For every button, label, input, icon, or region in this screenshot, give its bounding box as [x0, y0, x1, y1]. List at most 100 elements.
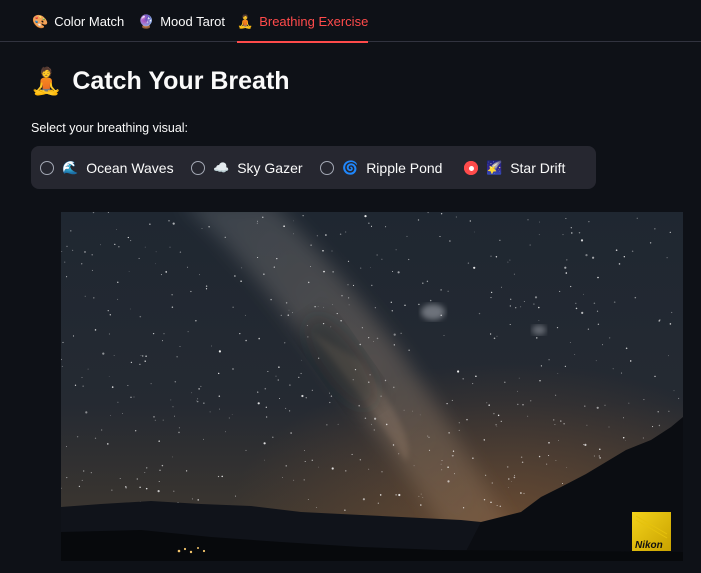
star	[62, 341, 64, 343]
tab-color-match[interactable]: 🎨 Color Match	[32, 0, 124, 42]
star	[413, 465, 415, 467]
radio-option-ripple-pond[interactable]: 🌀 Ripple Pond	[320, 146, 442, 189]
star	[285, 465, 287, 467]
star	[458, 422, 460, 424]
star	[345, 470, 347, 472]
star	[657, 411, 659, 413]
star	[643, 399, 645, 401]
visual-selector-label: Select your breathing visual:	[31, 121, 189, 135]
star	[500, 420, 502, 423]
star	[362, 498, 365, 501]
star	[426, 280, 429, 283]
star	[332, 271, 334, 273]
star	[418, 495, 420, 497]
radio-option-sky-gazer[interactable]: ☁️ Sky Gazer	[191, 146, 303, 189]
star	[145, 467, 148, 469]
star	[649, 242, 652, 244]
star	[520, 306, 522, 308]
star	[510, 298, 512, 300]
star	[472, 457, 474, 459]
star	[570, 285, 572, 288]
star	[94, 329, 97, 331]
star	[538, 455, 541, 458]
star	[178, 427, 180, 429]
star	[306, 325, 308, 326]
star	[72, 335, 75, 337]
star	[345, 231, 347, 233]
star	[160, 274, 162, 276]
star	[381, 258, 383, 260]
star	[219, 408, 221, 410]
star	[217, 475, 220, 478]
star	[523, 492, 525, 495]
star	[472, 383, 474, 385]
star	[379, 494, 382, 496]
person-exhaling-icon: 🧘	[237, 13, 254, 29]
star	[507, 261, 509, 263]
star	[359, 459, 361, 461]
radio-button[interactable]	[40, 160, 54, 175]
radio-option-ocean-waves[interactable]: 🌊 Ocean Waves	[40, 146, 174, 189]
app-root: 🎨 Color Match 🔮 Mood Tarot 🧘 Breathing E…	[0, 0, 701, 573]
star	[497, 414, 500, 417]
tab-mood-tarot[interactable]: 🔮 Mood Tarot	[138, 0, 225, 42]
star	[304, 450, 305, 451]
star	[239, 332, 241, 335]
radio-option-star-drift[interactable]: 🌠 Star Drift	[464, 146, 565, 189]
star	[581, 311, 584, 314]
star	[330, 395, 333, 397]
star	[506, 466, 509, 468]
star	[117, 401, 119, 403]
star	[571, 232, 573, 234]
star	[287, 314, 290, 316]
star	[191, 392, 193, 394]
star	[348, 304, 350, 306]
star	[225, 431, 226, 433]
star	[174, 381, 177, 383]
star	[158, 481, 160, 482]
star	[588, 221, 590, 223]
star	[671, 311, 673, 314]
star	[490, 501, 492, 504]
star	[395, 249, 397, 251]
star	[280, 314, 282, 317]
star	[452, 455, 454, 457]
star	[168, 220, 170, 222]
star	[145, 487, 148, 490]
star	[452, 450, 455, 452]
star	[101, 429, 103, 431]
radio-button[interactable]	[320, 160, 334, 175]
star	[285, 407, 287, 409]
tab-bar: 🎨 Color Match 🔮 Mood Tarot 🧘 Breathing E…	[0, 0, 701, 43]
radio-button-selected[interactable]	[464, 160, 478, 175]
tab-breathing-exercise[interactable]: 🧘 Breathing Exercise	[237, 0, 369, 43]
star	[145, 355, 147, 357]
star	[377, 502, 379, 504]
star	[393, 333, 396, 336]
star	[509, 259, 511, 261]
star	[406, 235, 408, 237]
star	[341, 295, 343, 297]
star	[495, 424, 497, 426]
star	[197, 401, 199, 403]
star	[536, 337, 538, 339]
star	[509, 323, 511, 326]
star	[264, 387, 267, 390]
star	[203, 438, 204, 440]
star	[65, 445, 68, 448]
radio-button[interactable]	[191, 160, 205, 175]
star	[200, 385, 202, 387]
star	[298, 376, 300, 378]
star	[336, 313, 338, 315]
star	[440, 213, 443, 215]
star	[64, 261, 66, 263]
star	[111, 489, 113, 491]
star	[303, 479, 305, 481]
star	[393, 344, 395, 346]
star	[446, 402, 448, 405]
star	[371, 423, 373, 425]
star	[329, 392, 331, 394]
star	[390, 301, 392, 303]
star	[565, 218, 567, 220]
star	[527, 415, 529, 417]
